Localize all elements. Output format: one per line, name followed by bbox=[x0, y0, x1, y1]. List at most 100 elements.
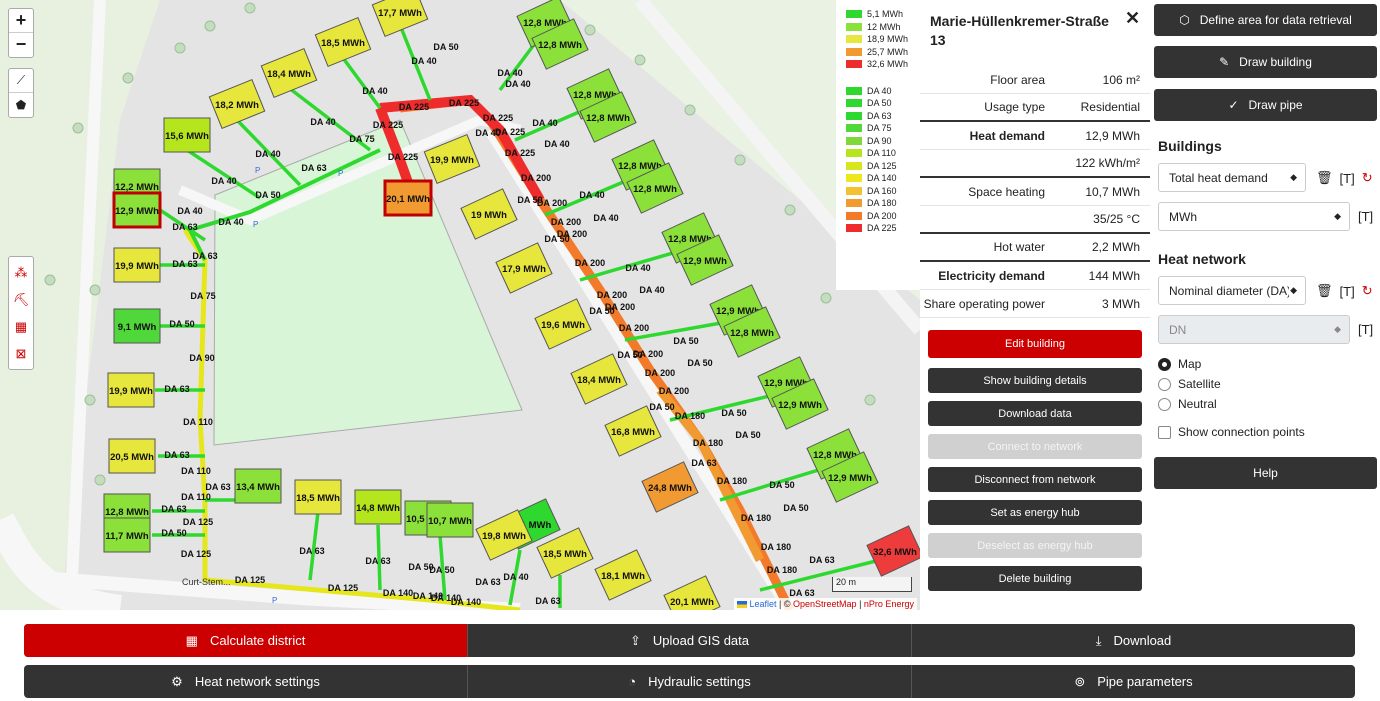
legend-entry: DA 180 bbox=[846, 197, 920, 210]
reset-icon[interactable]: ↻ bbox=[1362, 170, 1373, 186]
buildings-display-value: Total heat demand bbox=[1169, 170, 1268, 185]
pipe-diameter-label: DA 200 bbox=[551, 217, 581, 227]
property-key: Heat demand bbox=[969, 128, 1045, 143]
tree-icon bbox=[244, 2, 256, 14]
pipe-diameter-label: DA 180 bbox=[693, 438, 723, 448]
delete-building-button[interactable]: Delete building bbox=[928, 566, 1142, 591]
unit-value: MWh bbox=[1169, 209, 1197, 224]
building[interactable]: 9,1 MWh bbox=[113, 308, 161, 344]
download-button[interactable]: ⤓ Download bbox=[912, 624, 1355, 657]
leaflet-link[interactable]: Leaflet bbox=[750, 599, 777, 609]
show-connection-points-checkbox[interactable]: Show connection points bbox=[1158, 425, 1305, 439]
npro-link[interactable]: nPro Energy bbox=[864, 599, 914, 609]
draw-pipe-button[interactable]: ✓ Draw pipe bbox=[1154, 89, 1377, 121]
download-data-button[interactable]: Download data bbox=[928, 401, 1142, 426]
network-display-select[interactable]: Nominal diameter (DA) ◆ bbox=[1158, 276, 1306, 305]
text-label-icon[interactable]: [T] bbox=[1340, 171, 1355, 186]
radio-satellite[interactable]: Satellite bbox=[1158, 377, 1221, 391]
set-energy-hub-button[interactable]: Set as energy hub bbox=[928, 500, 1142, 525]
show-connection-points-label: Show connection points bbox=[1178, 425, 1305, 439]
pipe-diameter-label: DA 40 bbox=[211, 176, 236, 186]
map-canvas[interactable]: 17,7 MWh 18,5 MWh 18,4 MWh 18,2 MWh 15,6 MWh… bbox=[0, 0, 920, 610]
deselect-energy-hub-button[interactable]: Deselect as energy hub bbox=[928, 533, 1142, 558]
building[interactable]: 20,5 MWh bbox=[108, 438, 156, 474]
show-building-details-button[interactable]: Show building details bbox=[928, 368, 1142, 393]
pipe-diameter-label: DA 225 bbox=[495, 127, 525, 137]
building[interactable]: 15,6 MWh bbox=[163, 117, 211, 153]
heat-network-settings-button[interactable]: ⚙ Heat network settings bbox=[24, 665, 468, 698]
map-view[interactable]: 17,7 MWh 18,5 MWh 18,4 MWh 18,2 MWh 15,6 MWh… bbox=[0, 0, 920, 610]
zoom-in-button[interactable]: + bbox=[9, 9, 33, 33]
tree-icon bbox=[684, 104, 696, 116]
app-window: 17,7 MWh 18,5 MWh 18,4 MWh 18,2 MWh 15,6 MWh… bbox=[0, 0, 1380, 701]
legend-swatch bbox=[846, 124, 862, 133]
property-value: 35/25 °C bbox=[1093, 212, 1140, 226]
pipe-layer-icon[interactable]: ⛏ bbox=[9, 286, 33, 313]
radio-neutral[interactable]: Neutral bbox=[1158, 397, 1217, 411]
gear-icon: ⚙ bbox=[171, 673, 183, 689]
tree-icon bbox=[174, 42, 186, 54]
calculate-district-button[interactable]: ▦ Calculate district bbox=[24, 624, 468, 657]
pipe-diameter-label: DA 140 bbox=[451, 597, 481, 607]
building-heat-label: 12,2 MWh bbox=[115, 182, 159, 193]
draw-building-button[interactable]: ✎ Draw building bbox=[1154, 46, 1377, 78]
upload-gis-button[interactable]: ⇪ Upload GIS data bbox=[468, 624, 912, 657]
building[interactable]: 10,7 MWh bbox=[426, 502, 474, 538]
draw-line-icon[interactable]: ⟋ bbox=[9, 69, 33, 93]
legend-entry: DA 110 bbox=[846, 147, 920, 160]
reset-icon[interactable]: ↻ bbox=[1362, 283, 1373, 299]
trash-icon[interactable]: 🗑 bbox=[1316, 283, 1333, 299]
buildings-layer-icon[interactable]: ⁂ bbox=[9, 259, 33, 286]
building[interactable]: 18,5 MWh bbox=[294, 479, 342, 515]
property-value: Residential bbox=[1080, 100, 1140, 114]
legend-entry: DA 50 bbox=[846, 97, 920, 110]
unit-select[interactable]: MWh ◆ bbox=[1158, 202, 1350, 231]
building-heat-label: 18,5 MWh bbox=[543, 549, 587, 560]
hydraulic-settings-button[interactable]: ◔ Hydraulic settings bbox=[468, 665, 912, 698]
text-label-icon[interactable]: [T] bbox=[1358, 209, 1373, 224]
property-row: Floor area 106 m² bbox=[920, 66, 1150, 94]
legend-label: DA 180 bbox=[867, 198, 897, 209]
trash-icon[interactable]: 🗑 bbox=[1316, 170, 1333, 186]
property-value: 10,7 MWh bbox=[1085, 184, 1140, 199]
pipe-diameter-label: DA 200 bbox=[619, 323, 649, 333]
legend-entry: DA 75 bbox=[846, 122, 920, 135]
building[interactable]: 20,1 MWh bbox=[383, 179, 433, 217]
close-icon[interactable]: ✕ bbox=[1125, 8, 1140, 29]
text-label-icon[interactable]: [T] bbox=[1340, 284, 1355, 299]
building[interactable]: 14,8 MWh bbox=[354, 489, 402, 525]
building[interactable]: 13,4 MWh bbox=[234, 468, 282, 504]
legend-entry: DA 225 bbox=[846, 222, 920, 235]
pipe-diameter-label: DA 50 bbox=[687, 358, 712, 368]
parking-label: P bbox=[272, 596, 277, 605]
pipe-diameter-label: DA 180 bbox=[761, 542, 791, 552]
network-layer-icon[interactable]: ⊠ bbox=[9, 340, 33, 367]
dn-select[interactable]: DN ◆ bbox=[1158, 315, 1350, 344]
zoom-out-button[interactable]: − bbox=[9, 33, 33, 57]
building[interactable]: 19,9 MWh bbox=[107, 372, 155, 408]
connect-to-network-button[interactable]: Connect to network bbox=[928, 434, 1142, 459]
heat-network-settings-label: Heat network settings bbox=[194, 674, 320, 689]
building[interactable]: 19,9 MWh bbox=[113, 247, 161, 283]
define-area-button[interactable]: ⬡ Define area for data retrieval bbox=[1154, 4, 1377, 36]
radio-empty-icon bbox=[1158, 397, 1171, 411]
text-label-icon[interactable]: [T] bbox=[1358, 322, 1373, 337]
pipe-diameter-label: DA 63 bbox=[172, 259, 197, 269]
draw-polygon-icon[interactable]: ⬟ bbox=[9, 93, 33, 117]
help-button[interactable]: Help bbox=[1154, 457, 1377, 489]
pipe-parameters-label: Pipe parameters bbox=[1097, 674, 1193, 689]
disconnect-from-network-button[interactable]: Disconnect from network bbox=[928, 467, 1142, 492]
building[interactable]: 12,9 MWh bbox=[112, 191, 162, 229]
tree-icon bbox=[734, 154, 746, 166]
building-heat-label: 17,7 MWh bbox=[378, 8, 422, 19]
edit-building-button[interactable]: Edit building bbox=[928, 330, 1142, 358]
pipe-parameters-button[interactable]: ⊚ Pipe parameters bbox=[912, 665, 1355, 698]
buildings-display-select[interactable]: Total heat demand ◆ bbox=[1158, 163, 1306, 192]
building[interactable]: 11,7 MWh bbox=[103, 517, 151, 553]
building-heat-label: 12,8 MWh bbox=[538, 40, 582, 51]
pipe-diameter-label: DA 125 bbox=[328, 583, 358, 593]
legend-label: DA 40 bbox=[867, 85, 892, 96]
osm-link[interactable]: OpenStreetMap bbox=[793, 599, 857, 609]
grid-layer-icon[interactable]: ▦ bbox=[9, 313, 33, 340]
radio-map[interactable]: Map bbox=[1158, 357, 1201, 371]
